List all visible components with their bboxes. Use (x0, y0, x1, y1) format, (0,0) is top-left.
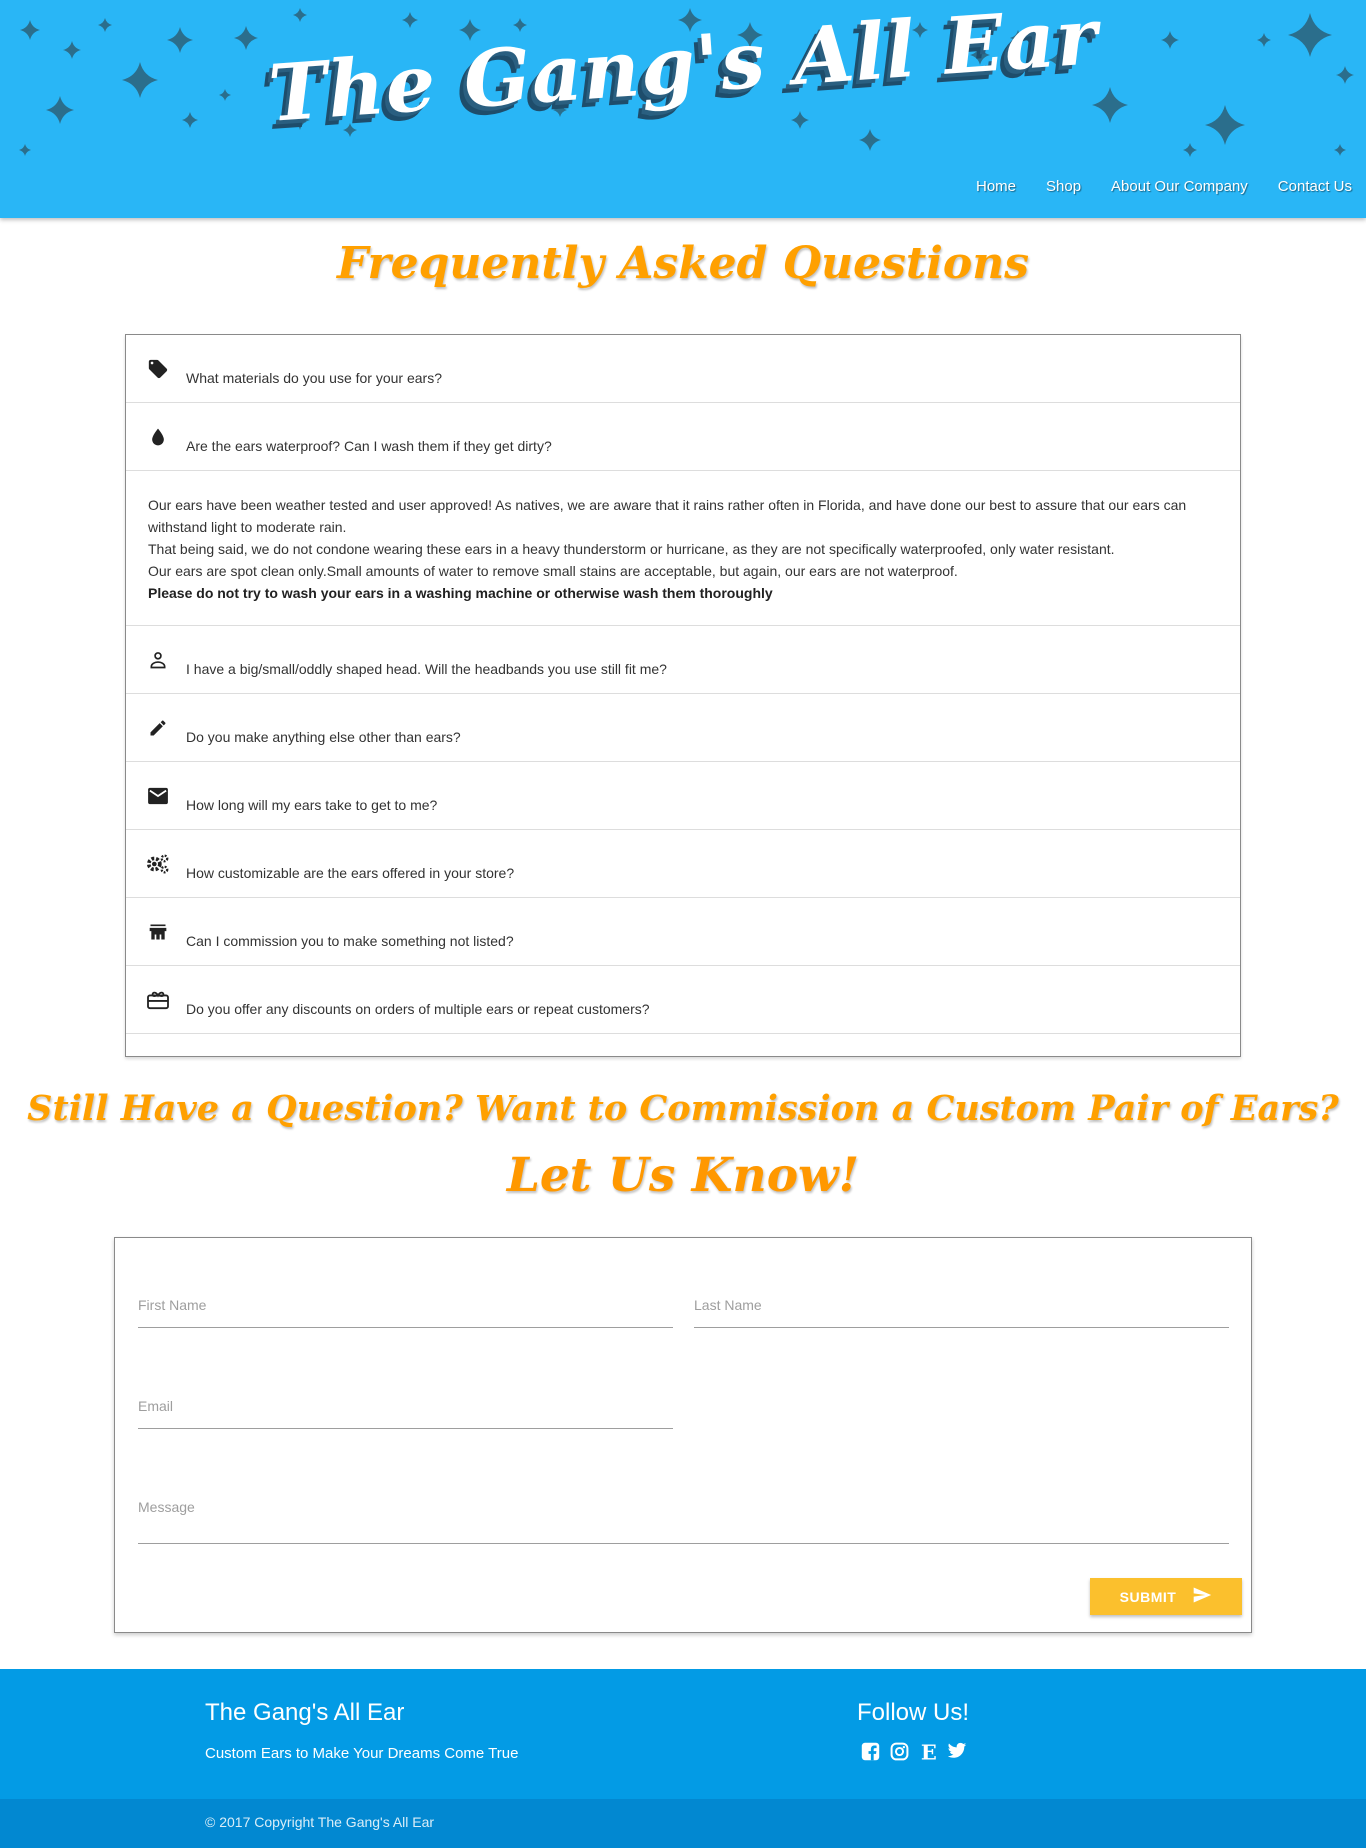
main-nav: Home Shop About Our Company Contact Us (976, 178, 1352, 195)
faq-item-customizable[interactable]: How customizable are the ears offered in… (126, 830, 1240, 898)
faq-item-waterproof[interactable]: Are the ears waterproof? Can I wash them… (126, 403, 1240, 471)
faq-question: How customizable are the ears offered in… (186, 864, 515, 881)
nav-shop[interactable]: Shop (1046, 178, 1081, 195)
contact-title: Still Have a Question? Want to Commissio… (27, 1088, 1339, 1129)
water-drop-icon (146, 425, 170, 449)
answer-paragraph: That being said, we do not condone weari… (148, 541, 1115, 557)
nav-about[interactable]: About Our Company (1111, 178, 1248, 195)
faq-item-discounts[interactable]: Do you offer any discounts on orders of … (126, 966, 1240, 1034)
gears-icon (146, 852, 170, 876)
site-logo[interactable]: The Gang's All Ear (0, 0, 1366, 140)
sparkle-star (19, 144, 31, 156)
faq-question: Can I commission you to make something n… (186, 932, 514, 949)
faq-question: Are the ears waterproof? Can I wash them… (186, 437, 552, 454)
footer-tagline: Custom Ears to Make Your Dreams Come Tru… (205, 1745, 519, 1762)
tag-icon (146, 357, 170, 381)
site-footer: The Gang's All Ear Custom Ears to Make Y… (0, 1669, 1366, 1848)
footer-title: The Gang's All Ear (205, 1699, 405, 1726)
faq-item-materials[interactable]: What materials do you use for your ears? (126, 335, 1240, 403)
svg-text:E: E (920, 1740, 936, 1763)
footer-bottom-bar: © 2017 Copyright The Gang's All Ear (0, 1799, 1366, 1848)
first-name-label: First Name (138, 1297, 207, 1313)
nav-contact[interactable]: Contact Us (1278, 178, 1352, 195)
sparkle-star (1205, 105, 1245, 145)
message-field[interactable]: Message (138, 1468, 1229, 1544)
social-links: E (859, 1740, 968, 1763)
store-icon (146, 920, 170, 944)
instagram-icon[interactable] (888, 1740, 910, 1762)
faq-item-head-size[interactable]: I have a big/small/oddly shaped head. Wi… (126, 626, 1240, 694)
mail-icon (146, 784, 170, 808)
sparkle-star (182, 112, 198, 128)
submit-button[interactable]: Submit (1090, 1578, 1242, 1615)
sparkle-star (791, 111, 809, 129)
faq-answer-waterproof: Our ears have been weather tested and us… (126, 471, 1240, 626)
person-icon (146, 648, 170, 672)
copyright-text: © 2017 Copyright The Gang's All Ear (205, 1814, 435, 1830)
gift-card-icon (146, 988, 170, 1012)
contact-subtitle: Let Us Know! (506, 1148, 860, 1203)
answer-paragraph: Our ears have been weather tested and us… (148, 497, 1187, 535)
pencil-icon (146, 716, 170, 740)
faq-item-shipping[interactable]: How long will my ears take to get to me? (126, 762, 1240, 830)
faq-question: How long will my ears take to get to me? (186, 796, 438, 813)
nav-home[interactable]: Home (976, 178, 1016, 195)
last-name-label: Last Name (694, 1297, 762, 1313)
faq-item-commission[interactable]: Can I commission you to make something n… (126, 898, 1240, 966)
faq-question: What materials do you use for your ears? (186, 369, 443, 386)
email-label: Email (138, 1398, 174, 1414)
faq-question: Do you offer any discounts on orders of … (186, 1000, 650, 1017)
faq-accordion: What materials do you use for your ears?… (125, 334, 1241, 1057)
sparkle-star (1183, 143, 1197, 157)
faq-item-other-products[interactable]: Do you make anything else other than ear… (126, 694, 1240, 762)
contact-form: First Name Last Name Email Message Submi… (114, 1237, 1252, 1633)
answer-warning: Please do not try to wash your ears in a… (148, 585, 773, 601)
answer-paragraph: Our ears are spot clean only.Small amoun… (148, 563, 958, 579)
follow-title: Follow Us! (857, 1699, 970, 1726)
last-name-field[interactable]: Last Name (694, 1266, 1229, 1328)
faq-question: Do you make anything else other than ear… (186, 728, 461, 745)
faq-title: Frequently Asked Questions (336, 238, 1029, 289)
facebook-icon[interactable] (859, 1740, 881, 1762)
sparkle-star (859, 129, 881, 151)
send-icon (1192, 1586, 1212, 1607)
sparkle-star (1334, 144, 1346, 156)
email-field[interactable]: Email (138, 1367, 673, 1429)
faq-question: I have a big/small/oddly shaped head. Wi… (186, 660, 667, 677)
submit-label: Submit (1119, 1588, 1177, 1605)
etsy-icon[interactable]: E (917, 1740, 939, 1763)
site-header: The Gang's All Ear Home Shop About Our C… (0, 0, 1366, 218)
first-name-field[interactable]: First Name (138, 1266, 673, 1328)
twitter-icon[interactable] (946, 1740, 968, 1762)
message-label: Message (138, 1499, 195, 1515)
